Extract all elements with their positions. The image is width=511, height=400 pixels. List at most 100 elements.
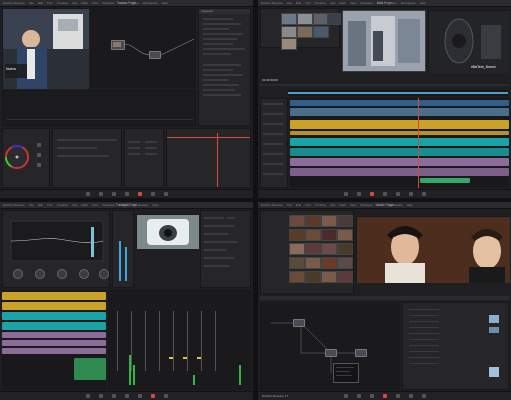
gallery-thumb[interactable] [337, 215, 353, 227]
video-clip[interactable] [290, 108, 509, 116]
node-context-menu[interactable] [333, 363, 359, 383]
menu-item[interactable]: Trim [47, 1, 53, 5]
gallery-thumb[interactable] [337, 257, 353, 269]
audio-clip[interactable] [2, 292, 106, 300]
eq-knob[interactable] [79, 269, 89, 279]
menu-item[interactable]: File [287, 203, 292, 207]
menu-item[interactable]: Mark [81, 1, 88, 5]
curve-point[interactable] [489, 367, 499, 377]
video-clip[interactable] [290, 100, 509, 106]
menu-item[interactable]: Mark [339, 1, 346, 5]
eq-knob[interactable] [13, 269, 23, 279]
source-viewer[interactable] [342, 10, 426, 72]
track-headers[interactable] [260, 98, 288, 188]
keyframes-panel[interactable] [166, 128, 251, 188]
media-thumb[interactable] [327, 13, 341, 25]
media-thumb[interactable] [281, 26, 297, 38]
menu-item[interactable]: Edit [296, 1, 301, 5]
menu-bar[interactable]: DaVinci Resolve File Edit Trim Timeline Clip M… [3, 1, 172, 5]
menu-bar[interactable]: DaVinci Resolve File Edit Trim Timeline Clip M… [261, 1, 430, 5]
menu-item[interactable]: Timeline [57, 203, 68, 207]
menu-item[interactable]: Edit [296, 203, 301, 207]
serial-node[interactable] [325, 349, 337, 357]
media-in-node[interactable] [111, 40, 125, 50]
timeline-tracks[interactable] [290, 98, 509, 188]
inspector-panel[interactable] [200, 210, 251, 288]
page-nav[interactable] [0, 391, 253, 400]
audio-clip[interactable] [2, 322, 106, 330]
viewer[interactable] [356, 216, 510, 283]
menu-item[interactable]: Clip [330, 203, 335, 207]
eq-knob[interactable] [35, 269, 45, 279]
gallery-thumb[interactable] [321, 243, 337, 255]
toolbar[interactable] [260, 84, 509, 86]
timeline-viewer[interactable]: #BizTech_Brunch [428, 10, 510, 73]
gallery-thumb[interactable] [305, 229, 321, 241]
gallery-thumb[interactable] [289, 271, 305, 283]
menu-item[interactable]: Mark [339, 203, 346, 207]
menu-item[interactable]: DaVinci Resolve [261, 1, 283, 5]
audio-clip[interactable] [290, 148, 509, 156]
menu-item[interactable]: View [92, 1, 98, 5]
menu-item[interactable]: View [350, 1, 356, 5]
media-thumb[interactable] [297, 26, 313, 38]
media-thumb[interactable] [297, 13, 313, 25]
menu-item[interactable]: Timeline [315, 1, 326, 5]
menu-item[interactable]: DaVinci Resolve [261, 203, 283, 207]
menu-item[interactable]: Playback [102, 203, 114, 207]
menu-item[interactable]: File [29, 1, 34, 5]
eq-panel[interactable] [2, 210, 110, 288]
menu-item[interactable]: Edit [38, 1, 43, 5]
audio-tracks[interactable] [2, 290, 106, 390]
menu-item[interactable]: Clip [72, 203, 77, 207]
video-clip[interactable] [290, 131, 509, 135]
menu-item[interactable]: Workspace [143, 1, 158, 5]
media-pool[interactable] [260, 8, 341, 50]
curve-point[interactable] [489, 327, 499, 333]
lightbox-panel[interactable] [402, 302, 509, 390]
menu-item[interactable]: Playback [102, 1, 114, 5]
menu-item[interactable]: Trim [305, 203, 311, 207]
menu-item[interactable]: Help [152, 203, 158, 207]
menu-item[interactable]: Help [162, 1, 168, 5]
menu-item[interactable]: View [92, 203, 98, 207]
video-clip[interactable] [290, 120, 509, 129]
page-nav[interactable] [0, 189, 253, 198]
menu-item[interactable]: Clip [72, 1, 77, 5]
color-wheels-panel[interactable] [2, 128, 50, 188]
gallery-thumb[interactable] [337, 271, 353, 283]
gallery-thumb[interactable] [305, 243, 321, 255]
menu-item[interactable]: Playback [360, 1, 372, 5]
media-thumb[interactable] [313, 26, 329, 38]
clips-strip[interactable] [260, 296, 509, 300]
gallery-thumb[interactable] [305, 215, 321, 227]
audio-clip[interactable] [290, 138, 509, 146]
gallery-thumb[interactable] [289, 243, 305, 255]
audio-clip[interactable] [2, 340, 106, 346]
page-nav[interactable] [258, 189, 511, 198]
gallery-thumb[interactable] [305, 271, 321, 283]
page-nav[interactable]: DaVinci Resolve 17 [258, 391, 511, 400]
output-node[interactable] [355, 349, 367, 357]
media-thumb[interactable] [281, 38, 297, 50]
audio-clip[interactable] [2, 302, 106, 310]
menu-item[interactable]: Timeline [57, 1, 68, 5]
gallery-thumb[interactable] [321, 257, 337, 269]
node-editor[interactable] [260, 302, 400, 390]
menu-bar[interactable]: DaVinci Resolve File Edit Trim Timeline Clip M… [3, 203, 162, 207]
audio-clip[interactable] [74, 358, 106, 380]
menu-item[interactable]: Trim [47, 203, 53, 207]
spline-panel[interactable] [2, 90, 196, 126]
gallery-thumb[interactable] [337, 229, 353, 241]
gallery-thumb[interactable] [337, 243, 353, 255]
menu-item[interactable]: Timeline [315, 203, 326, 207]
curve-point[interactable] [489, 315, 499, 323]
audio-clip[interactable] [290, 158, 509, 166]
merge-node[interactable] [149, 51, 161, 59]
gallery-thumb[interactable] [289, 257, 305, 269]
color-wheel-icon[interactable] [3, 129, 51, 189]
timeline-overview[interactable] [288, 90, 508, 96]
audio-clip[interactable] [290, 168, 509, 176]
menu-item[interactable]: Help [407, 203, 413, 207]
gallery-thumb[interactable] [321, 271, 337, 283]
